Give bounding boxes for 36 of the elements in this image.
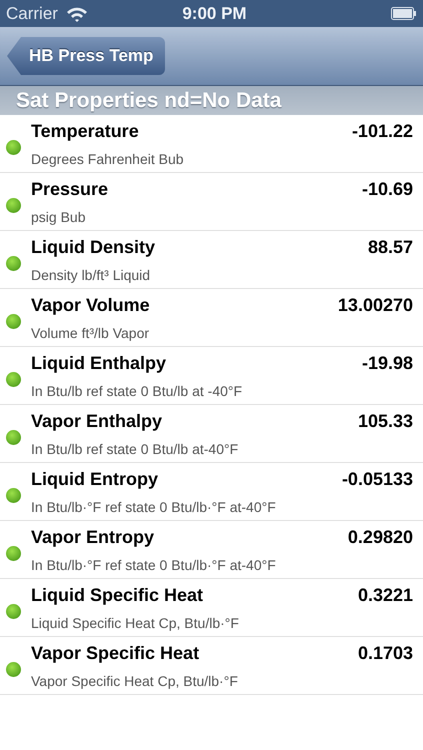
row-value: 0.1703 [358, 642, 413, 664]
battery-icon [391, 7, 417, 20]
wifi-icon [66, 6, 88, 22]
row-title: Vapor Volume [31, 294, 150, 317]
row-subtitle: Density lb/ft³ Liquid [31, 266, 152, 285]
row-subtitle: In Btu/lb·°F ref state 0 Btu/lb·°F at-40°F [31, 556, 277, 574]
row-value: 88.57 [368, 236, 413, 258]
row-value: 0.3221 [358, 584, 413, 606]
row-title: Vapor Entropy [31, 526, 154, 549]
row-subtitle: Liquid Specific Heat Cp, Btu/lb·°F [31, 614, 240, 633]
row-title: Vapor Enthalpy [31, 410, 162, 433]
row-value: 105.33 [358, 410, 413, 432]
row-value: -10.69 [362, 178, 413, 200]
row-title: Temperature [31, 120, 139, 143]
row-title: Vapor Specific Heat [31, 642, 200, 665]
row-value: -0.05133 [342, 468, 413, 490]
carrier-label: Carrier [6, 2, 58, 25]
row-value: 13.00270 [338, 294, 413, 316]
row-value: -19.98 [362, 352, 413, 374]
row-title: Liquid Entropy [31, 468, 158, 491]
row-subtitle: In Btu/lb ref state 0 Btu/lb at -40°F [31, 382, 244, 400]
row-value: -101.22 [352, 120, 413, 142]
section-header: Sat Properties nd=No Data [0, 86, 423, 115]
row-title: Pressure [31, 178, 108, 200]
row-subtitle: Degrees Fahrenheit Bub [31, 150, 185, 169]
time-label: 9:00 PM [182, 2, 247, 25]
back-button[interactable]: HB Press Temp [7, 37, 166, 75]
row-title: Liquid Enthalpy [31, 352, 166, 375]
row-subtitle: In Btu/lb·°F ref state 0 Btu/lb·°F at-40°F [31, 498, 277, 516]
row-subtitle: psig Bub [31, 208, 86, 227]
row-subtitle: In Btu/lb ref state 0 Btu/lb at-40°F [31, 440, 240, 458]
row-title: Liquid Density [31, 236, 156, 259]
row-subtitle: Volume ft³/lb Vapor [31, 324, 150, 343]
row-title: Liquid Specific Heat [31, 584, 204, 607]
row-subtitle: Vapor Specific Heat Cp, Btu/lb·°F [31, 672, 239, 691]
row-value: 0.29820 [348, 526, 413, 548]
